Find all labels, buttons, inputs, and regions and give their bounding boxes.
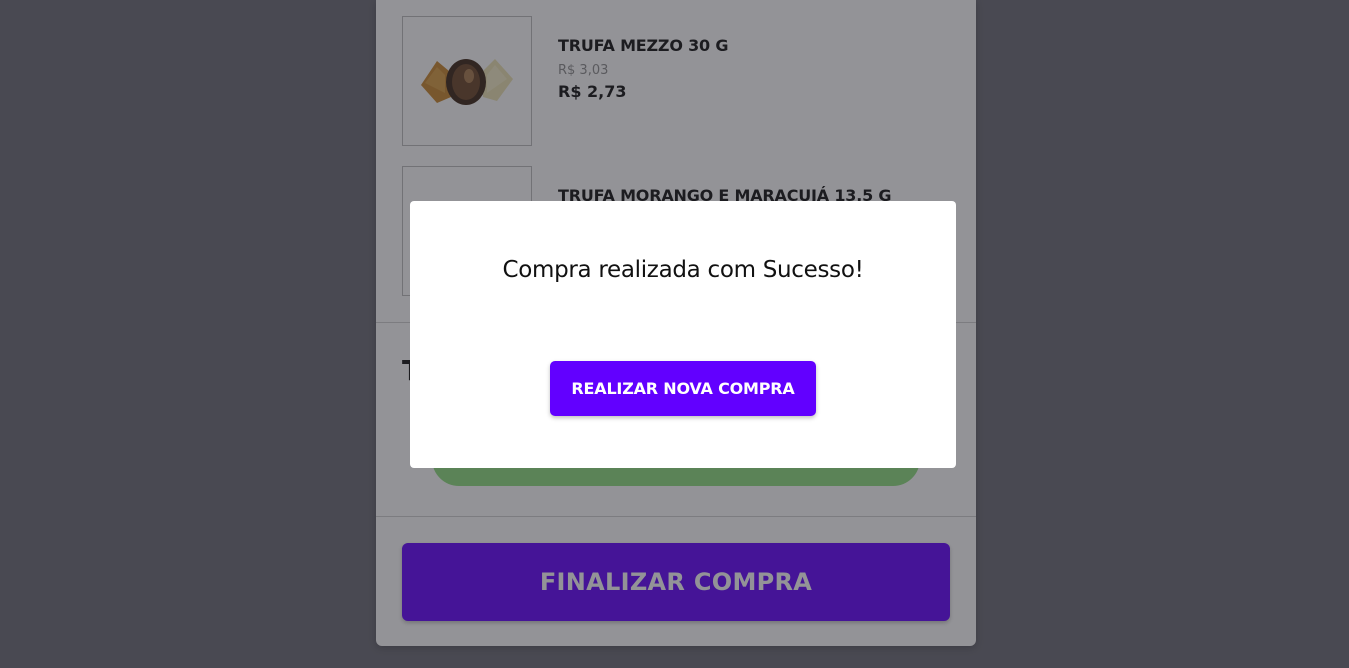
success-modal: Compra realizada com Sucesso! REALIZAR N… bbox=[410, 201, 956, 468]
modal-title: Compra realizada com Sucesso! bbox=[502, 257, 864, 283]
new-purchase-button[interactable]: REALIZAR NOVA COMPRA bbox=[550, 361, 816, 416]
